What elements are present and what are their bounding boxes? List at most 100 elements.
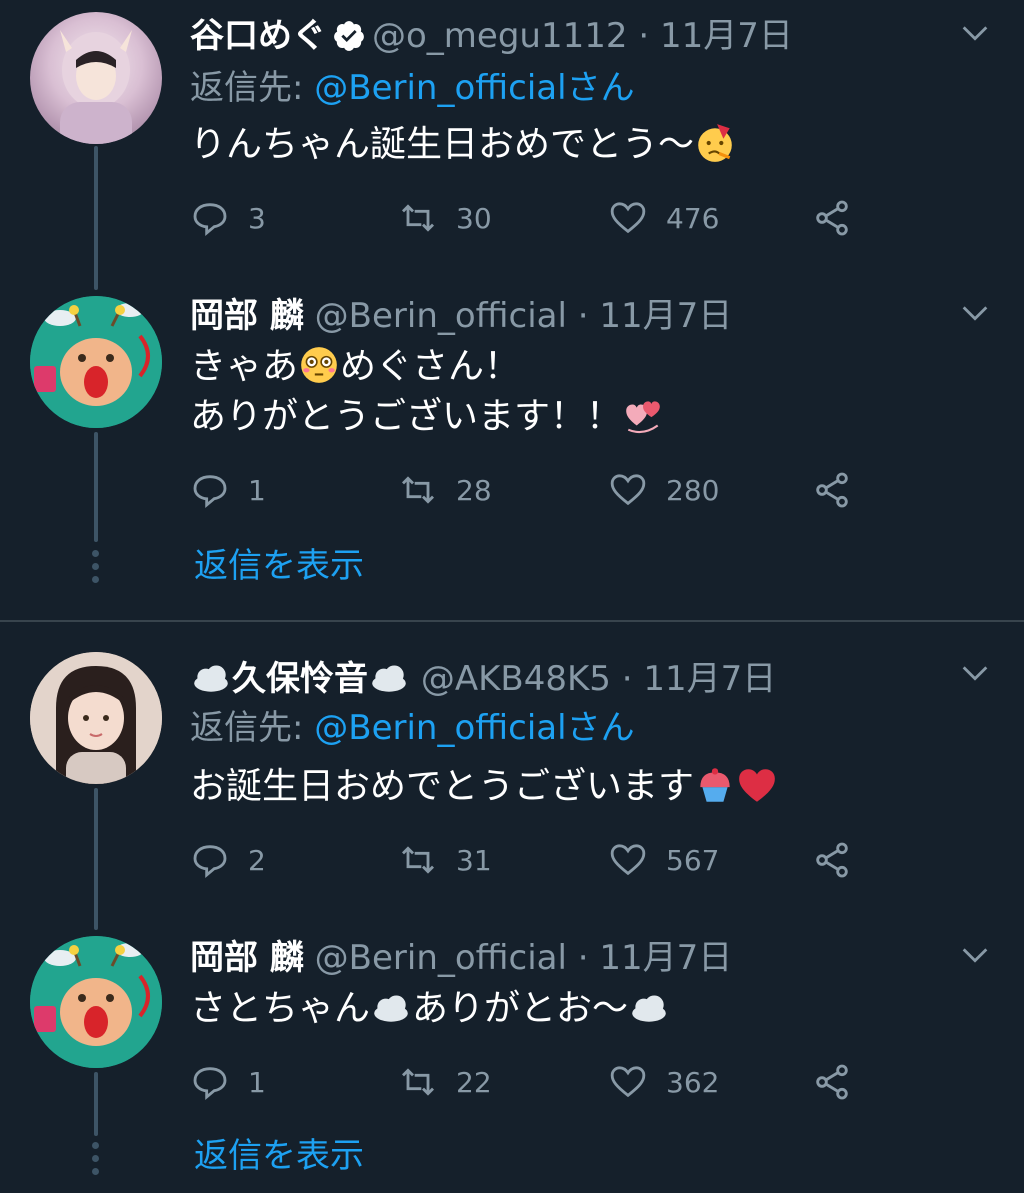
tweet-actions: 1 22 362 xyxy=(190,1060,870,1104)
share-button[interactable] xyxy=(812,838,870,882)
flushed-face-emoji-icon xyxy=(301,347,337,383)
revolving-hearts-emoji-icon xyxy=(626,401,660,434)
chevron-down-icon[interactable] xyxy=(958,296,992,330)
replying-label: 返信先: xyxy=(190,68,315,108)
retweet-icon xyxy=(401,1068,435,1096)
display-name[interactable]: 谷口めぐ xyxy=(190,16,326,56)
cloud-emoji-icon xyxy=(632,995,666,1022)
separator: · xyxy=(577,938,589,978)
tweet-text: きゃあ めぐさん！ ありがとうございます！！ xyxy=(190,342,664,442)
retweet-button[interactable]: 31 xyxy=(398,838,492,882)
tweet-text-line: めぐさん！ xyxy=(340,346,521,387)
retweet-button[interactable]: 22 xyxy=(398,1060,492,1104)
chevron-down-icon[interactable] xyxy=(958,16,992,50)
retweet-icon xyxy=(401,476,435,504)
replying-label: 返信先: xyxy=(190,708,315,748)
like-icon xyxy=(610,844,646,876)
show-replies-link[interactable]: 返信を表示 xyxy=(194,1136,364,1176)
tweet-actions: 2 31 567 xyxy=(190,838,870,882)
tweet-text-line: きゃあ xyxy=(190,346,299,387)
tweet-header: 久保怜音 @AKB48K5 · 11月7日 xyxy=(190,656,776,699)
tweet-text-line: さとちゃん xyxy=(190,988,371,1029)
share-icon xyxy=(816,842,848,878)
like-icon xyxy=(610,474,646,506)
show-replies-link[interactable]: 返信を表示 xyxy=(194,546,364,586)
cupcake-emoji-icon xyxy=(700,768,730,802)
separator: · xyxy=(577,296,589,336)
thread-line xyxy=(94,788,98,930)
reply-icon xyxy=(193,1067,227,1101)
tweet-header: 岡部 麟 @Berin_official · 11月7日 xyxy=(190,938,732,978)
cloud-emoji-icon xyxy=(194,665,228,692)
avatar-kubo-image xyxy=(30,652,162,784)
like-button[interactable]: 476 xyxy=(608,196,719,240)
reply-icon xyxy=(193,475,227,509)
separator: · xyxy=(621,659,633,699)
share-icon xyxy=(816,1064,848,1100)
reply-count: 2 xyxy=(248,843,266,877)
reply-button[interactable]: 3 xyxy=(190,196,266,240)
retweet-icon xyxy=(401,204,435,232)
like-count: 280 xyxy=(666,473,720,507)
avatar-kubo[interactable] xyxy=(30,652,162,784)
avatar-megu[interactable] xyxy=(30,12,162,144)
tweet-text-line: お誕生日おめでとうございます xyxy=(190,766,695,807)
thread-line xyxy=(94,146,98,290)
retweet-icon xyxy=(401,846,435,874)
avatar-rin-image xyxy=(30,296,162,428)
tweet-header: 谷口めぐ @o_megu1112 · 11月7日 xyxy=(190,16,793,56)
handle[interactable]: @Berin_official xyxy=(315,938,567,978)
thread-divider xyxy=(0,620,1024,622)
like-button[interactable]: 567 xyxy=(608,838,719,882)
handle[interactable]: @AKB48K5 xyxy=(421,659,611,699)
display-name[interactable]: 岡部 麟 xyxy=(190,296,304,336)
reply-button[interactable]: 1 xyxy=(190,1060,266,1104)
like-button[interactable]: 362 xyxy=(608,1060,719,1104)
reply-button[interactable]: 1 xyxy=(190,468,266,512)
replying-link[interactable]: @Berin_officialさん xyxy=(314,68,634,108)
chevron-down-icon[interactable] xyxy=(958,656,992,690)
retweet-button[interactable]: 30 xyxy=(398,196,492,240)
share-button[interactable] xyxy=(812,196,870,240)
timestamp[interactable]: 11月7日 xyxy=(599,296,732,336)
chevron-down-icon[interactable] xyxy=(958,938,992,972)
retweet-count: 22 xyxy=(456,1065,492,1099)
replying-to: 返信先: @Berin_officialさん xyxy=(190,68,635,108)
like-count: 567 xyxy=(666,843,720,877)
share-button[interactable] xyxy=(812,468,870,512)
timestamp[interactable]: 11月7日 xyxy=(599,938,732,978)
reply-icon xyxy=(193,203,227,237)
tweet-actions: 1 28 280 xyxy=(190,468,870,512)
reply-count: 3 xyxy=(248,201,266,235)
handle[interactable]: @o_megu1112 xyxy=(372,16,628,56)
red-heart-emoji-icon xyxy=(739,769,775,802)
party-face-emoji-icon xyxy=(698,124,732,162)
tweet-text: さとちゃん ありがとお〜 xyxy=(190,984,670,1034)
timestamp[interactable]: 11月7日 xyxy=(660,16,793,56)
replying-to: 返信先: @Berin_officialさん xyxy=(190,708,635,748)
thread-dots xyxy=(92,1142,100,1181)
share-icon xyxy=(816,200,848,236)
replying-link[interactable]: @Berin_officialさん xyxy=(314,708,634,748)
display-name[interactable]: 久保怜音 xyxy=(232,659,368,699)
display-name[interactable]: 岡部 麟 xyxy=(190,938,304,978)
like-button[interactable]: 280 xyxy=(608,468,719,512)
tweet-text-line: ありがとお〜 xyxy=(412,988,629,1029)
like-count: 476 xyxy=(666,201,720,235)
like-count: 362 xyxy=(666,1065,720,1099)
timestamp[interactable]: 11月7日 xyxy=(643,659,776,699)
avatar-rin[interactable] xyxy=(30,296,162,428)
tweet-actions: 3 30 476 xyxy=(190,196,870,240)
retweet-button[interactable]: 28 xyxy=(398,468,492,512)
cloud-emoji-icon xyxy=(372,665,406,692)
like-icon xyxy=(610,202,646,234)
tweet-header: 岡部 麟 @Berin_official · 11月7日 xyxy=(190,296,732,336)
avatar-rin[interactable] xyxy=(30,936,162,1068)
reply-count: 1 xyxy=(248,473,266,507)
handle[interactable]: @Berin_official xyxy=(315,296,567,336)
thread-line xyxy=(94,432,98,542)
share-button[interactable] xyxy=(812,1060,870,1104)
reply-count: 1 xyxy=(248,1065,266,1099)
reply-button[interactable]: 2 xyxy=(190,838,266,882)
avatar-megu-image xyxy=(60,30,132,144)
